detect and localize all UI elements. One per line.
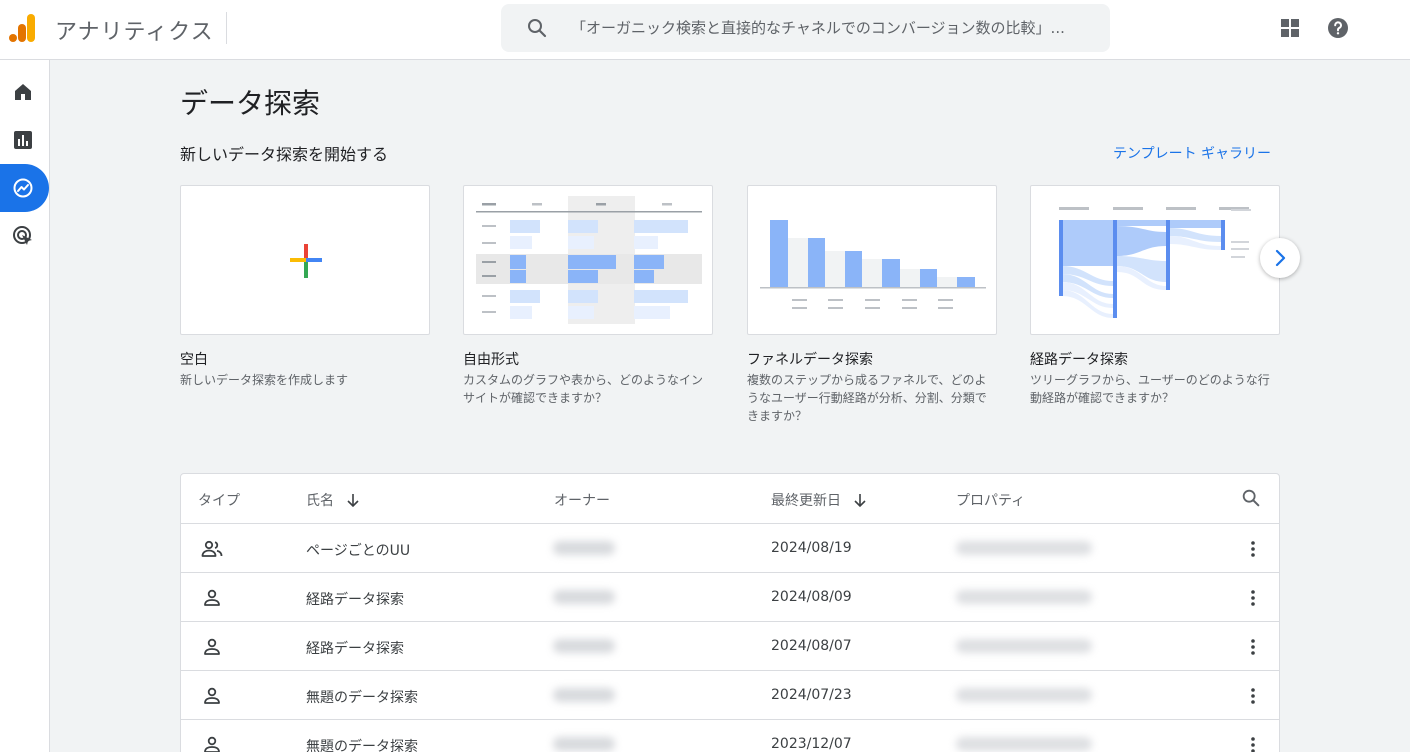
template-card-freeform[interactable] [463,185,713,335]
template-card-path[interactable] [1030,185,1280,335]
exploration-name[interactable]: 経路データ探索 [306,589,404,609]
property-redacted [956,590,1092,604]
top-app-bar: アナリティクス 「オーガニック検索と直接的なチャネルでのコンバージョン数の比較」… [0,0,1410,60]
left-nav-rail [0,60,50,752]
column-header-property[interactable]: プロパティ [956,490,1025,510]
template-gallery-link[interactable]: テンプレート ギャラリー [1113,143,1271,163]
owner-redacted [553,737,615,751]
template-name-path: 経路データ探索 [1030,352,1128,368]
more-vert-icon[interactable] [1241,684,1265,708]
updated-date: 2024/08/09 [771,589,852,605]
search-placeholder: 「オーガニック検索と直接的なチャネルでのコンバージョン数の比較」... [571,19,1065,37]
apps-grid-icon[interactable] [1278,16,1302,40]
template-name-funnel: ファネルデータ探索 [747,352,873,368]
column-header-updated[interactable]: 最終更新日 [771,490,869,510]
column-header-name-label: 氏名 [306,493,334,509]
column-header-updated-label: 最終更新日 [771,493,841,509]
owner-redacted [553,590,615,604]
funnel-chart-illustration [760,220,986,309]
column-header-owner[interactable]: オーナー [554,490,610,510]
template-card-blank[interactable] [180,185,430,335]
updated-date: 2024/07/23 [771,687,852,703]
more-vert-icon[interactable] [1241,537,1265,561]
more-vert-icon[interactable] [1241,635,1265,659]
property-redacted [956,639,1092,653]
divider [226,12,227,44]
plus-icon [290,244,322,278]
person-icon [204,589,220,606]
person-icon [204,736,220,752]
exploration-name[interactable]: 無題のデータ探索 [306,687,418,707]
arrow-down-icon [854,494,866,508]
chevron-right-icon [1275,249,1286,267]
table-row[interactable]: 無題のデータ探索 2024/07/23 [181,671,1279,720]
search-icon [528,19,547,38]
more-vert-icon[interactable] [1241,586,1265,610]
template-name-blank: 空白 [180,352,208,368]
more-vert-icon[interactable] [1241,733,1265,752]
explorations-table: タイプ 氏名 オーナー 最終更新日 プロパティ ページごとのUU 2024/08… [180,473,1280,752]
column-header-name[interactable]: 氏名 [306,490,362,510]
template-name-freeform: 自由形式 [463,352,519,368]
template-desc-funnel: 複数のステップから成るファネルで、どのようなユーザー行動経路が分析、分割、分類で… [747,373,987,423]
bar-chart-icon [14,131,32,149]
app-title: アナリティクス [55,20,214,45]
table-search-icon[interactable] [1240,487,1262,509]
analytics-logo-icon[interactable] [8,12,38,44]
page-title: データ探索 [180,87,321,120]
exploration-name[interactable]: ページごとのUU [306,540,410,560]
updated-date: 2023/12/07 [771,736,852,752]
owner-redacted [553,541,615,555]
nav-explore[interactable] [0,164,49,212]
nav-advertising[interactable] [0,212,50,260]
template-desc-blank: 新しいデータ探索を作成します [180,373,349,387]
help-icon[interactable] [1326,16,1350,40]
explore-icon [13,178,33,198]
table-header: タイプ 氏名 オーナー 最終更新日 プロパティ [181,474,1279,524]
nav-home[interactable] [0,68,50,116]
owner-redacted [553,688,615,702]
exploration-name[interactable]: 無題のデータ探索 [306,736,418,752]
group-icon [201,540,223,557]
column-header-type[interactable]: タイプ [198,490,240,510]
ads-target-icon [13,226,32,245]
arrow-down-icon [347,494,359,508]
section-title: 新しいデータ探索を開始する [180,145,389,164]
updated-date: 2024/08/07 [771,638,852,654]
person-icon [204,638,220,655]
owner-redacted [553,639,615,653]
template-card-funnel[interactable] [747,185,997,335]
table-row[interactable]: 経路データ探索 2024/08/07 [181,622,1279,671]
exploration-name[interactable]: 経路データ探索 [306,638,404,658]
carousel-next-button[interactable] [1260,238,1300,278]
person-icon [204,687,220,704]
table-row[interactable]: 無題のデータ探索 2023/12/07 [181,720,1279,752]
home-icon [15,84,31,100]
search-bar[interactable]: 「オーガニック検索と直接的なチャネルでのコンバージョン数の比較」... [501,4,1110,52]
template-desc-freeform: カスタムのグラフや表から、どのようなインサイトが確認できますか？ [463,373,704,405]
property-redacted [956,541,1092,555]
nav-reports[interactable] [0,116,50,164]
template-desc-path: ツリーグラフから、ユーザーのどのような行動経路が確認できますか？ [1030,373,1270,405]
freeform-table-illustration [476,196,702,324]
property-redacted [956,737,1092,751]
path-tree-illustration [1059,207,1251,318]
table-row[interactable]: ページごとのUU 2024/08/19 [181,524,1279,573]
table-row[interactable]: 経路データ探索 2024/08/09 [181,573,1279,622]
property-redacted [956,688,1092,702]
updated-date: 2024/08/19 [771,540,852,556]
